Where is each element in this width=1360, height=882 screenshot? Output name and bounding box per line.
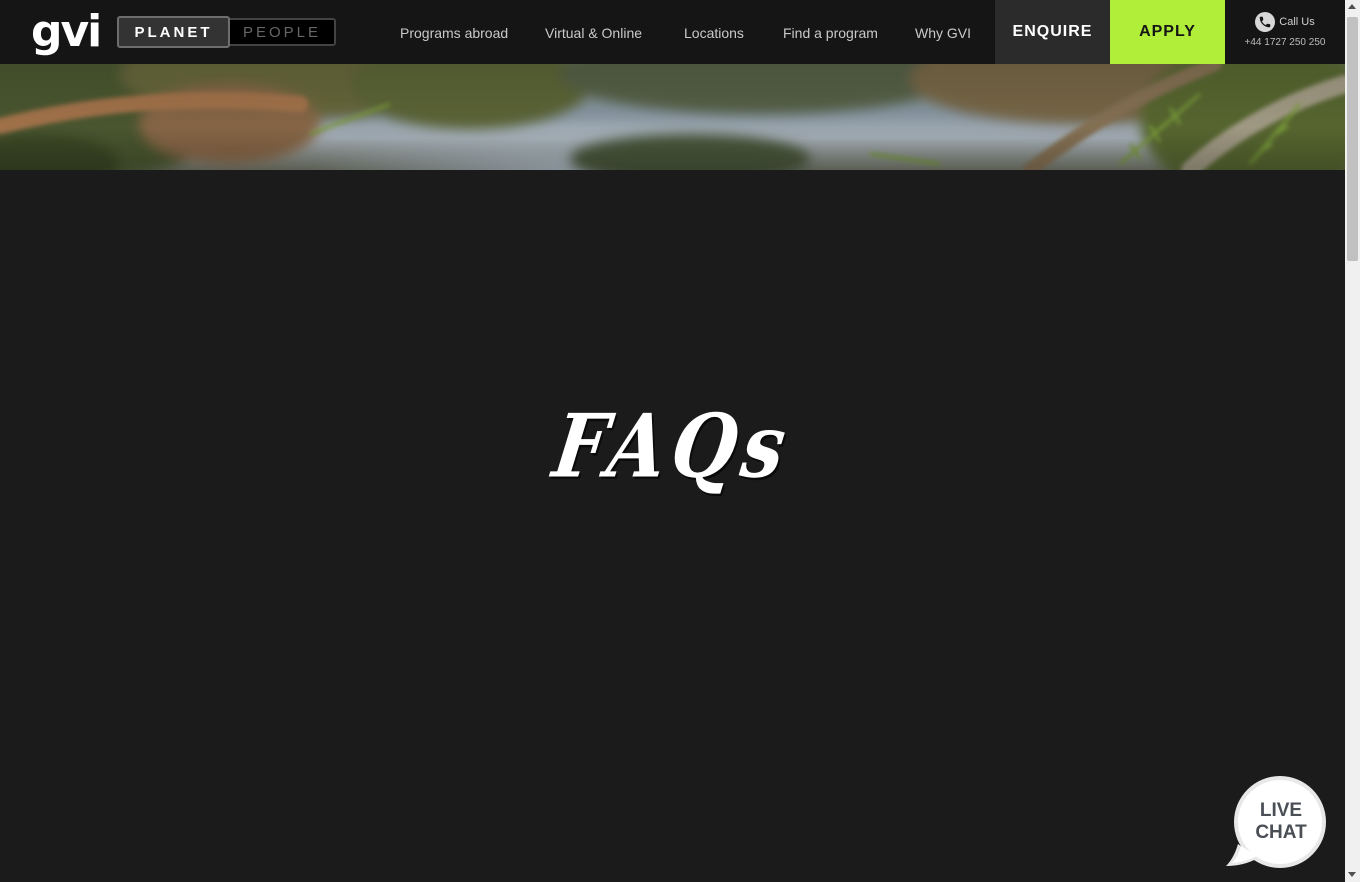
live-chat-line2: CHAT [1255,822,1307,843]
phone-icon [1255,12,1276,32]
page-title: FAQs [547,396,798,498]
page-scrollbar[interactable] [1345,0,1360,882]
nav-programs-abroad[interactable]: Programs abroad [400,0,508,64]
live-chat-line1: LIVE [1259,800,1303,821]
nav-locations[interactable]: Locations [684,0,744,64]
live-chat-button[interactable]: LIVE CHAT [1224,772,1332,872]
toggle-people-button[interactable]: PEOPLE [230,18,336,46]
enquire-button[interactable]: ENQUIRE [995,0,1110,64]
call-us-link[interactable]: Call Us +44 1727 250 250 [1225,0,1345,64]
toggle-planet-button[interactable]: PLANET [117,16,230,48]
call-us-label: Call Us [1279,16,1315,28]
gvi-logo[interactable]: gvi [31,4,102,60]
nav-why-gvi[interactable]: Why GVI [915,0,971,64]
hero-overlay [0,64,1345,170]
hero-banner-image [0,64,1345,170]
phone-number: +44 1727 250 250 [1244,37,1326,48]
main-content: FAQs [0,170,1345,882]
planet-people-toggle: PLANET PEOPLE [117,16,336,48]
scroll-up-arrow-icon[interactable] [1348,4,1356,9]
site-header: gvi PLANET PEOPLE Programs abroad Virtua… [0,0,1345,64]
scroll-down-arrow-icon[interactable] [1348,872,1356,877]
apply-button[interactable]: APPLY [1110,0,1225,64]
scrollbar-thumb[interactable] [1347,17,1358,261]
page: gvi PLANET PEOPLE Programs abroad Virtua… [0,0,1345,882]
nav-find-a-program[interactable]: Find a program [783,0,878,64]
call-us-row: Call Us [1225,12,1345,32]
nav-virtual-online[interactable]: Virtual & Online [545,0,642,64]
live-chat-label: LIVE CHAT [1242,800,1320,844]
